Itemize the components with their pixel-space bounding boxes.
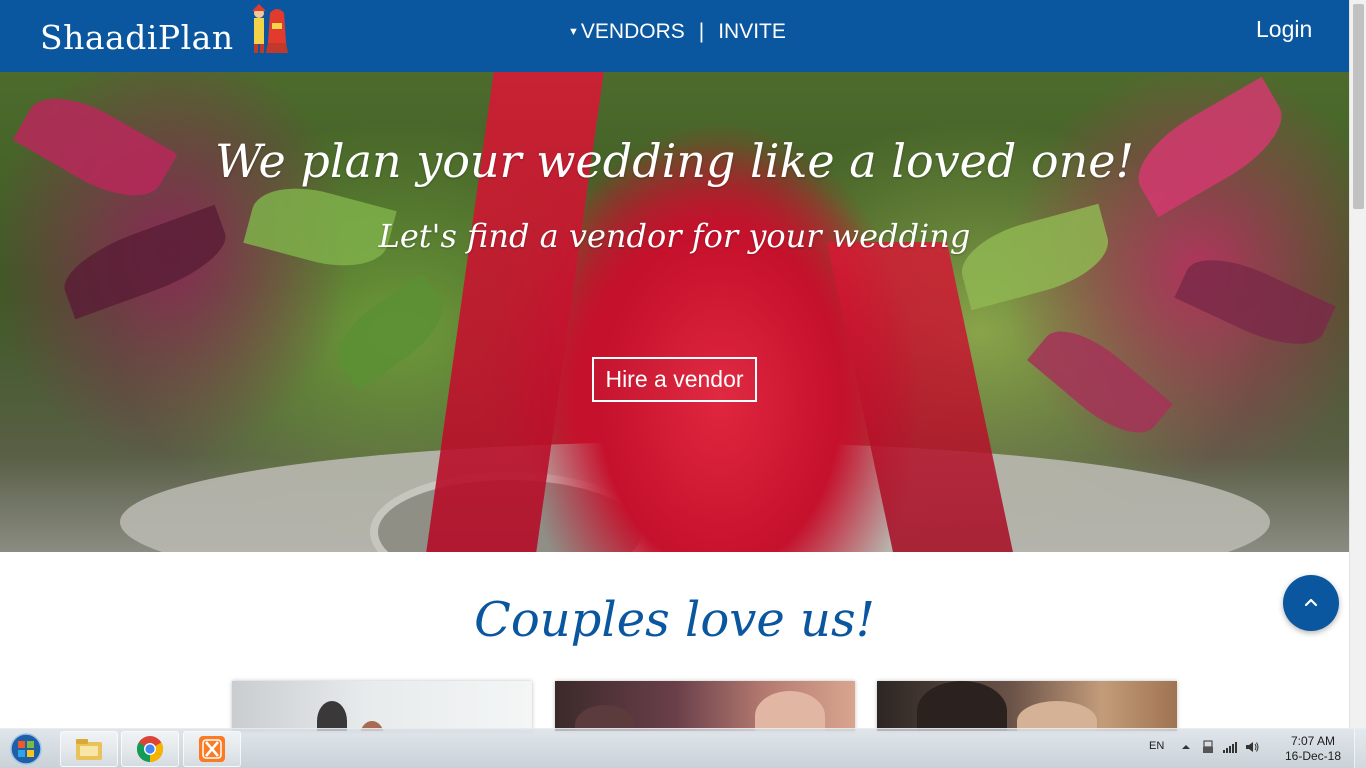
language-indicator[interactable]: EN (1149, 740, 1164, 752)
scroll-to-top-button[interactable] (1283, 575, 1339, 631)
vendors-dropdown[interactable]: ▼ VENDORS (568, 20, 685, 44)
nav-separator: | (698, 20, 705, 43)
couple-figure (317, 701, 347, 731)
login-link[interactable]: Login (1256, 16, 1312, 43)
hire-vendor-button[interactable]: Hire a vendor (592, 357, 757, 402)
caret-down-icon: ▼ (568, 26, 579, 38)
page-scrollbar[interactable] (1349, 0, 1366, 728)
couple-figure (1017, 701, 1097, 731)
vendors-label: VENDORS (580, 20, 685, 43)
windows-taskbar: EN 7:07 AM 16-Dec-18 (0, 728, 1366, 768)
file-explorer-icon (76, 739, 102, 760)
chevron-up-icon (1304, 598, 1318, 607)
couples-section-title: Couples love us! (474, 592, 875, 648)
clock-date: 16-Dec-18 (1284, 749, 1342, 763)
taskbar-clock[interactable]: 7:07 AM 16-Dec-18 (1278, 734, 1348, 764)
foliage-decoration (323, 273, 457, 391)
volume-icon[interactable] (1244, 739, 1260, 755)
xampp-icon (199, 736, 225, 762)
chrome-icon (136, 736, 164, 763)
clock-time: 7:07 AM (1290, 734, 1336, 748)
hero-title: We plan your wedding like a loved one! (215, 134, 1134, 188)
couple-figure (755, 691, 825, 731)
taskbar-file-explorer[interactable] (60, 731, 118, 767)
browser-page: ShaadiPlan ▼ VENDORS | INVITE Login We p… (0, 0, 1366, 768)
show-desktop-button[interactable] (1354, 729, 1366, 768)
taskbar-chrome[interactable] (121, 731, 179, 767)
scrollbar-thumb[interactable] (1353, 4, 1364, 209)
bride-groom-icon[interactable] (246, 3, 290, 55)
top-navbar: ShaadiPlan ▼ VENDORS | INVITE Login (0, 0, 1349, 72)
hero-subtitle: Let's find a vendor for your wedding (378, 217, 971, 255)
hero-banner: We plan your wedding like a loved one! L… (0, 72, 1349, 552)
taskbar-xampp[interactable] (183, 731, 241, 767)
foliage-decoration (1174, 243, 1336, 361)
invite-link[interactable]: INVITE (718, 20, 786, 44)
couple-photo-2[interactable] (555, 681, 855, 731)
nav-links: ▼ VENDORS | INVITE (568, 20, 786, 44)
windows-start-icon[interactable] (6, 732, 46, 766)
couple-figure (917, 681, 1007, 731)
system-tray (1178, 739, 1260, 755)
couple-photo-1[interactable] (232, 681, 532, 731)
signal-strength-icon[interactable] (1222, 739, 1238, 755)
couple-photo-3[interactable] (877, 681, 1177, 731)
brand-logo-text[interactable]: ShaadiPlan (40, 18, 234, 57)
show-hidden-icons-icon[interactable] (1178, 739, 1194, 755)
foliage-decoration (1027, 314, 1173, 450)
network-adapter-icon[interactable] (1200, 739, 1216, 755)
